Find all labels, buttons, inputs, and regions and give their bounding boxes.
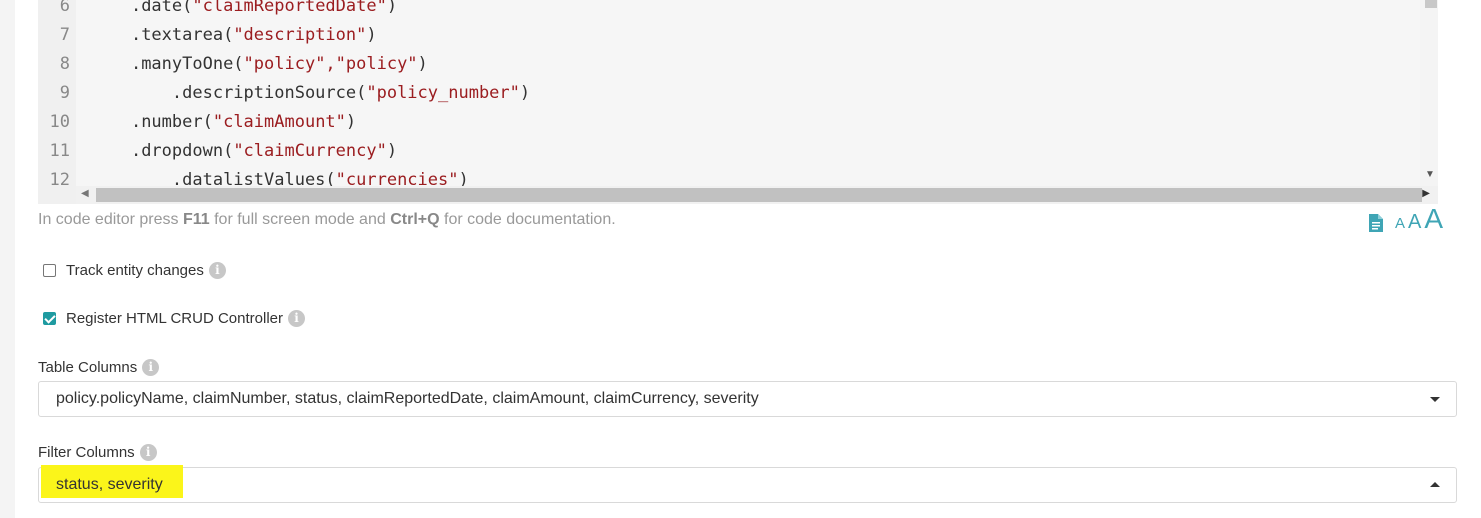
line-gutter: 6 7 8 9 10 11 12 bbox=[38, 0, 76, 204]
filter-columns-select[interactable]: status, severity bbox=[38, 465, 1457, 503]
line-number: 9 bbox=[59, 83, 70, 103]
horizontal-scrollbar[interactable]: ◀ ▶ bbox=[76, 186, 1438, 204]
vertical-scrollbar[interactable]: ▼ bbox=[1420, 0, 1438, 186]
filter-columns-value: status, severity bbox=[56, 476, 163, 493]
track-entity-changes-checkbox[interactable] bbox=[43, 264, 56, 277]
track-entity-changes-label: Track entity changes bbox=[66, 262, 204, 279]
line-number: 10 bbox=[49, 112, 70, 132]
code-line: .descriptionSource("policy_number") bbox=[171, 83, 531, 103]
code-line: .manyToOne("policy","policy") bbox=[130, 54, 428, 74]
code-editor[interactable]: 6 7 8 9 10 11 12 .date("claimReportedDat… bbox=[38, 0, 1438, 204]
chevron-down-icon[interactable] bbox=[1430, 397, 1440, 402]
register-crud-row: Register HTML CRUD Controller i bbox=[43, 310, 305, 327]
line-number: 8 bbox=[59, 54, 70, 74]
line-number: 7 bbox=[59, 25, 70, 45]
info-icon[interactable]: i bbox=[142, 359, 160, 376]
code-line: .textarea("description") bbox=[130, 25, 377, 45]
table-columns-label: Table Columns i bbox=[38, 359, 160, 376]
code-line: .dropdown("claimCurrency") bbox=[130, 141, 398, 161]
editor-tools: A A A bbox=[1369, 205, 1443, 237]
line-number: 6 bbox=[59, 0, 70, 16]
code-line: .number("claimAmount") bbox=[130, 112, 357, 132]
scroll-right-arrow-icon[interactable]: ▶ bbox=[1422, 188, 1430, 199]
font-size-small-button[interactable]: A bbox=[1395, 216, 1405, 231]
horizontal-scroll-thumb[interactable] bbox=[96, 188, 1422, 202]
table-columns-select[interactable]: policy.policyName, claimNumber, status, … bbox=[38, 381, 1457, 417]
info-icon[interactable]: i bbox=[139, 444, 157, 461]
code-line: .date("claimReportedDate") bbox=[130, 0, 398, 16]
scroll-down-arrow-icon[interactable]: ▼ bbox=[1425, 169, 1435, 180]
info-icon[interactable]: i bbox=[208, 262, 226, 279]
filter-columns-label: Filter Columns i bbox=[38, 444, 157, 461]
line-number: 11 bbox=[49, 141, 70, 161]
code-content[interactable]: .date("claimReportedDate") .textarea("de… bbox=[90, 0, 1438, 204]
editor-hint: In code editor press F11 for full screen… bbox=[38, 211, 616, 228]
line-number: 12 bbox=[49, 170, 70, 190]
document-icon[interactable] bbox=[1369, 214, 1383, 232]
register-crud-label: Register HTML CRUD Controller bbox=[66, 310, 283, 327]
track-entity-changes-row: Track entity changes i bbox=[43, 262, 226, 279]
font-size-large-button[interactable]: A bbox=[1424, 205, 1443, 233]
vertical-scroll-thumb[interactable] bbox=[1425, 0, 1437, 8]
scroll-left-arrow-icon[interactable]: ◀ bbox=[81, 188, 89, 199]
table-columns-value: policy.policyName, claimNumber, status, … bbox=[56, 390, 759, 407]
font-size-medium-button[interactable]: A bbox=[1408, 212, 1421, 232]
register-crud-checkbox[interactable] bbox=[43, 312, 56, 325]
chevron-up-icon[interactable] bbox=[1430, 482, 1440, 487]
info-icon[interactable]: i bbox=[288, 310, 305, 327]
